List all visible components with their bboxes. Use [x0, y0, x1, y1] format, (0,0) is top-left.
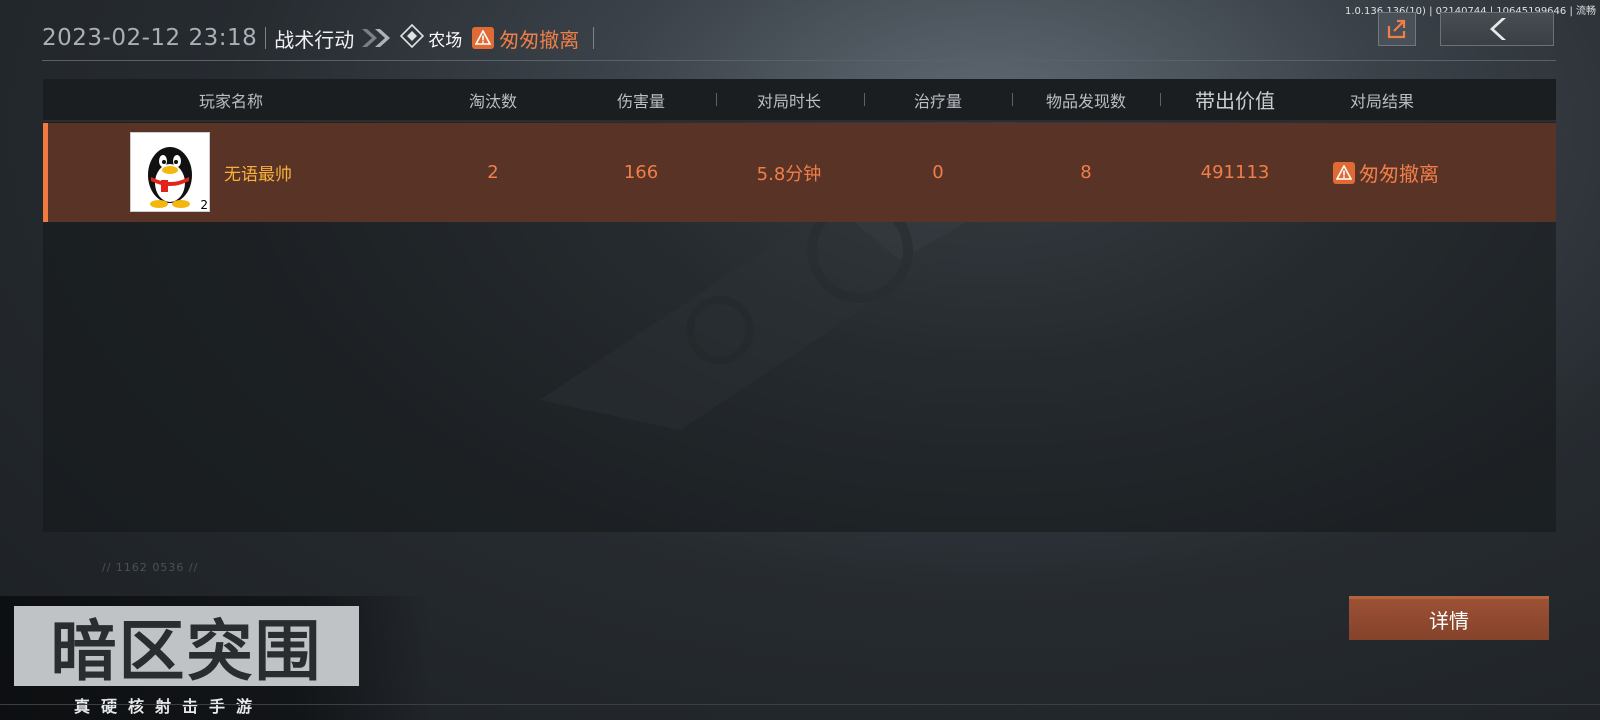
- eliminations-value: 2: [487, 162, 499, 183]
- logo-title: 暗区突围: [14, 606, 359, 690]
- table-header: 玩家名称 淘汰数 伤害量 对局时长 治疗量 物品发现数 带出价值 对局结果: [43, 79, 1556, 122]
- divider: [265, 27, 267, 49]
- match-header: 2023-02-12 23:18 战术行动 农场 匆匆撤离: [42, 22, 602, 54]
- map-name: 农场: [428, 30, 463, 51]
- details-button[interactable]: 详情: [1349, 596, 1549, 640]
- col-result: 对局结果: [1349, 91, 1415, 111]
- game-mode: 战术行动: [274, 27, 355, 52]
- col-duration: 对局时长: [756, 91, 822, 111]
- divider: [593, 27, 595, 49]
- duration-value: 5.8分钟: [756, 163, 822, 185]
- player-name: 无语最帅: [224, 165, 292, 185]
- divider: [1012, 93, 1013, 106]
- header-divider: [42, 60, 1556, 61]
- result-label: 匆匆撤离: [1359, 162, 1439, 186]
- items-found-value: 8: [1080, 162, 1092, 183]
- divider: [864, 93, 865, 106]
- back-button[interactable]: [1440, 12, 1554, 46]
- faint-code: // 1162 0536 //: [102, 561, 199, 574]
- share-icon: [1387, 19, 1406, 39]
- chevrons-icon: [360, 27, 394, 49]
- divider: [1160, 93, 1161, 106]
- warning-icon: [472, 27, 495, 49]
- col-eliminations: 淘汰数: [468, 91, 518, 111]
- scoreboard-table: 玩家名称 淘汰数 伤害量 对局时长 治疗量 物品发现数 带出价值 对局结果 2: [43, 79, 1556, 532]
- diamond-map-icon: [400, 23, 425, 52]
- row-result: 匆匆撤离: [1333, 123, 1439, 222]
- col-player-name: 玩家名称: [198, 91, 264, 111]
- extracted-value: 491113: [1200, 162, 1270, 183]
- share-button[interactable]: [1378, 12, 1416, 46]
- match-result: 匆匆撤离: [499, 27, 580, 52]
- healing-value: 0: [932, 162, 944, 183]
- avatar[interactable]: 2: [130, 132, 210, 212]
- match-datetime: 2023-02-12 23:18: [42, 25, 258, 51]
- divider: [716, 93, 717, 106]
- col-healing: 治疗量: [913, 91, 963, 111]
- col-items-found: 物品发现数: [1045, 91, 1127, 111]
- avatar-level: 2: [200, 198, 208, 212]
- footer-divider: [0, 704, 1600, 705]
- col-damage: 伤害量: [616, 91, 666, 111]
- penguin-avatar-icon: [148, 147, 192, 208]
- table-row[interactable]: 2 无语最帅 2 166 5.8分钟 0 8 491113 匆匆撤离: [43, 123, 1556, 222]
- logo-subtitle: 真硬核射击手游: [74, 697, 264, 716]
- damage-value: 166: [623, 162, 659, 183]
- col-extracted-value: 带出价值: [1195, 89, 1275, 113]
- back-arrow-icon: [1490, 18, 1506, 40]
- game-logo: 暗区突围 真硬核射击手游: [0, 596, 430, 720]
- warning-icon: [1333, 161, 1355, 184]
